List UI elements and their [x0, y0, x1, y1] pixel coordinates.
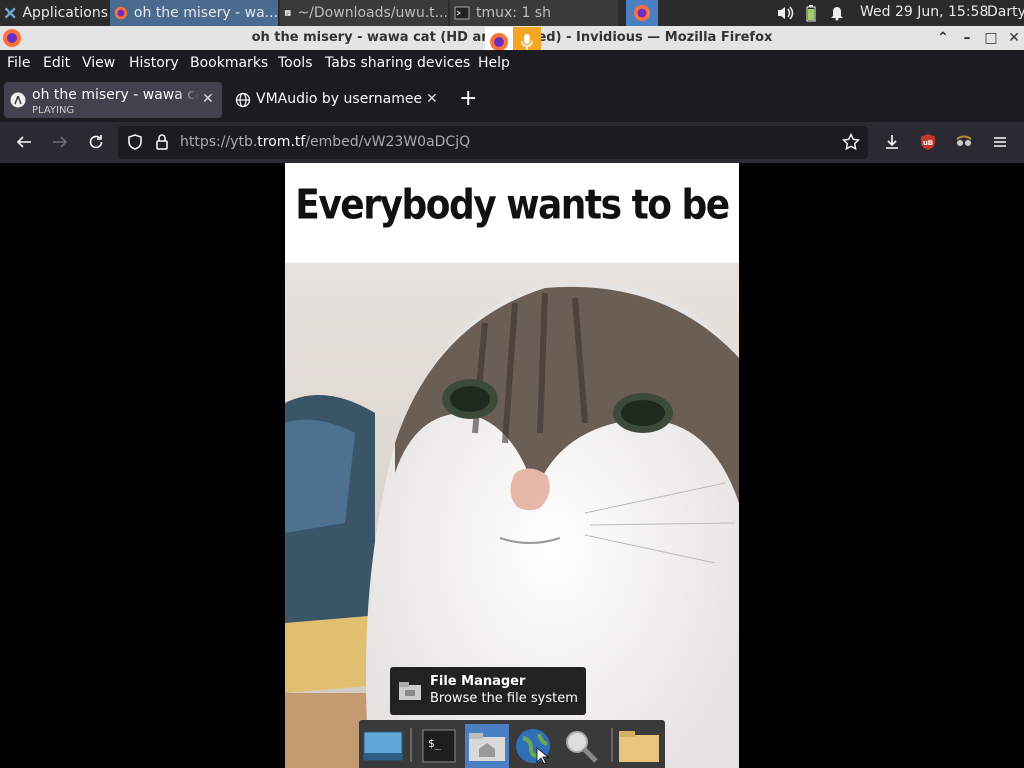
downloads-icon[interactable] — [880, 130, 904, 154]
dock-separator — [410, 728, 412, 762]
folder-icon — [619, 731, 659, 762]
dock-separator — [611, 728, 613, 762]
url-prefix: https://ytb. — [180, 134, 258, 150]
video-caption-text: Everybody wants to be — [295, 181, 730, 230]
globe-icon — [516, 729, 550, 765]
firefox-icon — [490, 33, 508, 51]
taskbar-item-firefox[interactable]: oh the misery - wa... — [110, 0, 278, 26]
dock-web-browser[interactable] — [511, 724, 555, 768]
globe-icon — [235, 92, 251, 108]
svg-text:uB: uB — [923, 139, 933, 147]
url-bar[interactable]: https://ytb.trom.tf/embed/vW23W0aDCjQ — [118, 126, 868, 159]
notifications-icon[interactable] — [829, 5, 845, 25]
clock[interactable]: Wed 29 Jun, 15:58 — [860, 4, 988, 20]
url-text[interactable]: https://ytb.trom.tf/embed/vW23W0aDCjQ — [180, 134, 470, 150]
ublock-origin-icon[interactable]: uB — [916, 130, 940, 154]
applications-menu-button[interactable]: Applications — [0, 0, 108, 26]
volume-icon[interactable] — [776, 5, 794, 25]
menu-bookmarks[interactable]: Bookmarks — [190, 55, 268, 71]
hamburger-menu-icon[interactable] — [988, 130, 1012, 154]
file-manager-tooltip: File Manager Browse the file system — [390, 667, 586, 715]
navigation-bar: https://ytb.trom.tf/embed/vW23W0aDCjQ uB — [0, 122, 1024, 163]
forward-icon[interactable] — [48, 130, 72, 154]
tooltip-subtitle: Browse the file system — [430, 691, 578, 706]
magnifier-icon — [566, 731, 598, 763]
close-tab-icon[interactable]: ✕ — [426, 91, 438, 107]
tab-vmaudio[interactable]: VMAudio by usernamee ✕ — [228, 82, 448, 118]
xfce-logo-icon — [4, 7, 16, 19]
lock-icon[interactable] — [154, 133, 170, 155]
dock-folder[interactable] — [617, 724, 661, 768]
menu-edit[interactable]: Edit — [43, 55, 70, 71]
user-menu[interactable]: Darty — [987, 4, 1024, 20]
home-folder-icon — [469, 733, 505, 761]
menu-tabs-sharing-devices[interactable]: Tabs sharing devices — [325, 55, 470, 71]
maximize-button[interactable]: □ — [982, 28, 1000, 48]
tooltip-title: File Manager — [430, 674, 526, 689]
dock-file-manager[interactable] — [465, 724, 509, 768]
dock-panel: $_ — [359, 720, 665, 768]
tab-playing-label: PLAYING — [32, 105, 75, 116]
svg-text:$_: $_ — [428, 737, 442, 750]
url-domain: trom.tf — [257, 134, 306, 150]
tab-title: oh the misery - wawa cat — [32, 87, 200, 103]
reload-icon[interactable] — [84, 130, 108, 154]
menu-help[interactable]: Help — [478, 55, 510, 71]
close-window-button[interactable]: ✕ — [1005, 28, 1023, 48]
menu-history[interactable]: History — [129, 55, 179, 71]
url-path: /embed/vW23W0aDCjQ — [305, 134, 471, 150]
keep-above-icon[interactable]: ⌃ — [934, 28, 952, 48]
system-panel: Applications oh the misery - wa... ~/Dow… — [0, 0, 1024, 26]
menu-view[interactable]: View — [82, 55, 115, 71]
taskbar-item-label: tmux: 1 sh — [476, 5, 551, 21]
text-editor-icon — [284, 10, 291, 16]
dock-terminal[interactable]: $_ — [417, 724, 461, 768]
terminal-icon: $_ — [422, 729, 456, 763]
menu-bar: File Edit View History Bookmarks Tools T… — [0, 50, 1024, 78]
menu-tools[interactable]: Tools — [278, 55, 313, 71]
tab-wawa-cat[interactable]: oh the misery - wawa cat PLAYING ✕ — [4, 82, 222, 118]
battery-icon[interactable] — [805, 4, 817, 26]
taskbar-item-label: oh the misery - wa... — [133, 5, 278, 21]
back-icon[interactable] — [12, 130, 36, 154]
dock-show-desktop[interactable] — [361, 724, 405, 768]
dock-app-finder[interactable] — [559, 724, 603, 768]
tracking-protection-shield-icon[interactable] — [126, 133, 144, 155]
firefox-icon — [114, 6, 128, 20]
privacy-extension-icon[interactable] — [952, 130, 976, 154]
invidious-favicon-icon — [10, 92, 26, 108]
new-tab-button[interactable]: + — [459, 88, 477, 110]
bookmark-star-icon[interactable] — [841, 132, 861, 155]
close-tab-icon[interactable]: ✕ — [202, 91, 214, 107]
taskbar-item-label: ~/Downloads/uwu.t... — [297, 5, 448, 21]
tab-title: VMAudio by usernamee — [256, 91, 423, 107]
file-manager-icon — [399, 682, 421, 700]
minimize-button[interactable]: – — [958, 28, 976, 48]
workspace-switcher[interactable] — [626, 0, 658, 26]
firefox-icon — [634, 5, 650, 21]
terminal-icon — [454, 6, 470, 20]
taskbar-item-terminal[interactable]: tmux: 1 sh — [450, 0, 618, 26]
menu-file[interactable]: File — [7, 55, 30, 71]
show-desktop-icon — [363, 731, 403, 761]
microphone-icon — [521, 34, 533, 50]
applications-label: Applications — [22, 5, 108, 21]
tab-strip: oh the misery - wawa cat PLAYING ✕ VMAud… — [0, 78, 1024, 122]
taskbar-item-editor[interactable]: ~/Downloads/uwu.t... — [280, 0, 448, 26]
